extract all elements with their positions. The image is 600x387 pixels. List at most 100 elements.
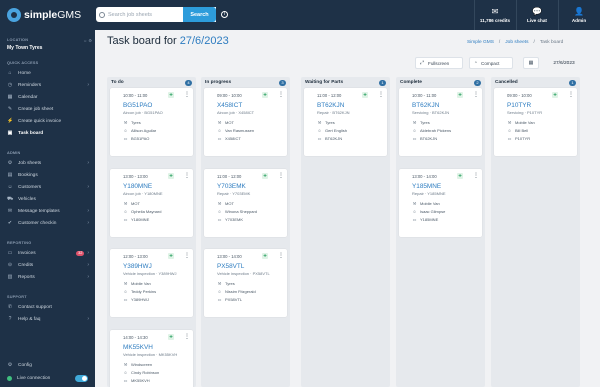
calendar-picker-button[interactable]: ▦ <box>523 57 539 69</box>
assign-icon[interactable]: ✚ <box>168 173 174 179</box>
card-registration[interactable]: X458ICT <box>217 102 242 109</box>
logo[interactable]: simpleGMS <box>7 8 81 22</box>
sidebar-item-config[interactable]: ⚙ Config <box>7 361 89 369</box>
sidebar-item-reminders[interactable]: ◷ Reminders › <box>7 81 89 89</box>
sidebar-item-credits[interactable]: ⊝ Credits › <box>7 261 89 269</box>
more-options-icon[interactable]: ⋮ <box>184 91 190 98</box>
card-registration[interactable]: Y185MNE <box>412 183 441 190</box>
card-service: ⚒ Mobile Van <box>412 201 440 206</box>
assign-icon[interactable]: ✚ <box>552 92 558 98</box>
job-card[interactable]: 10:00 - 11:00 ✚ ⋮ BT62KJN Servicing · BT62KJ… <box>399 88 482 156</box>
job-card[interactable]: 12:00 - 13:00 ✚ ⋮ Y389HWJ Vehicle inspection… <box>110 249 193 317</box>
location-controls[interactable]: ⇔ ⚙ <box>83 38 92 43</box>
card-registration[interactable]: BG51PAO <box>123 102 152 109</box>
compact-icon: ◔ <box>474 60 478 66</box>
sidebar-item-job-sheets[interactable]: ⚙ Job sheets › <box>7 159 89 167</box>
sidebar-item-customers[interactable]: ☺ Customers › <box>7 183 89 191</box>
more-options-icon[interactable]: ⋮ <box>378 91 384 98</box>
card-registration[interactable]: P10TYR <box>507 102 531 109</box>
car-icon: ▭ <box>123 136 128 141</box>
more-options-icon[interactable]: ⋮ <box>473 172 479 179</box>
assign-icon[interactable]: ✚ <box>457 92 463 98</box>
card-registration[interactable]: Y389HWJ <box>123 263 152 270</box>
job-card[interactable]: 13:00 - 14:00 ✚ ⋮ PX58VTL Vehicle inspection… <box>204 249 287 317</box>
assign-icon[interactable]: ✚ <box>168 92 174 98</box>
more-options-icon[interactable]: ⋮ <box>473 91 479 98</box>
sidebar: LOCATION ⇔ ⚙ My Town Tyres QUICK ACCESS … <box>0 30 95 387</box>
sidebar-item-calendar[interactable]: ▦ Calendar <box>7 93 89 101</box>
chevron-right-icon: › <box>87 262 89 268</box>
card-time: 09:00 - 10:00 <box>507 93 532 98</box>
sidebar-item-label: Job sheets <box>18 160 42 166</box>
location-name[interactable]: My Town Tyres <box>7 45 42 51</box>
job-card[interactable]: 11:00 - 12:00 ✚ ⋮ Y703EMK Repair · Y703EMK ⚒ M… <box>204 169 287 237</box>
credits-button[interactable]: ✉ 11,786 credits <box>475 0 515 30</box>
more-options-icon[interactable]: ⋮ <box>278 172 284 179</box>
sidebar-item-bookings[interactable]: ▤ Bookings <box>7 171 89 179</box>
job-card[interactable]: 10:00 - 11:00 ✚ ⋮ BG51PAO Aircon job · BG51P… <box>110 88 193 156</box>
info-icon[interactable]: i <box>221 11 228 18</box>
card-registration[interactable]: Y703EMK <box>217 183 246 190</box>
live-chat-button[interactable]: 💬 Live chat <box>517 0 557 30</box>
admin-button[interactable]: 👤 Admin <box>559 0 599 30</box>
card-time: 11:00 - 12:00 <box>317 93 342 98</box>
assign-icon[interactable]: ✚ <box>362 92 368 98</box>
assign-icon[interactable]: ✚ <box>262 253 268 259</box>
more-options-icon[interactable]: ⋮ <box>568 91 574 98</box>
job-card[interactable]: 13:00 - 13:00 ✚ ⋮ Y180MNE Aircon job · Y180M… <box>110 169 193 237</box>
sidebar-item-reports[interactable]: ▥ Reports › <box>7 273 89 281</box>
search-button[interactable]: Search <box>183 7 216 22</box>
user-icon: ☺ <box>217 289 222 294</box>
breadcrumb-job-sheets[interactable]: Job sheets <box>505 40 528 45</box>
card-customer-name: Winona Sheppard <box>225 209 258 214</box>
card-time: 10:00 - 11:00 <box>412 93 437 98</box>
sidebar-item-home[interactable]: ⌂ Home <box>7 69 89 77</box>
more-options-icon[interactable]: ⋮ <box>278 252 284 259</box>
assign-icon[interactable]: ✚ <box>168 253 174 259</box>
sidebar-item-help-faq[interactable]: ? Help & faq › <box>7 315 89 323</box>
card-registration[interactable]: MK55KVH <box>123 344 153 351</box>
location-heading: LOCATION <box>7 38 29 42</box>
card-registration[interactable]: PX58VTL <box>217 263 244 270</box>
card-registration[interactable]: BT62KJN <box>317 102 344 109</box>
job-card[interactable]: 11:00 - 12:00 ✚ ⋮ BT62KJN Repair · BT62KJN ⚒ T… <box>304 88 387 156</box>
live-connection-toggle[interactable] <box>75 375 88 382</box>
card-registration[interactable]: Y180MNE <box>123 183 152 190</box>
more-options-icon[interactable]: ⋮ <box>278 91 284 98</box>
assign-icon[interactable]: ✚ <box>262 173 268 179</box>
card-service-label: Windscreen <box>131 362 153 367</box>
card-customer-name: Ophelia Maynard <box>131 209 162 214</box>
assign-icon[interactable]: ✚ <box>262 92 268 98</box>
date-field[interactable]: 27/6/2023 <box>545 57 583 69</box>
sidebar-item-create-job-sheet[interactable]: ✎ Create job sheet <box>7 105 89 113</box>
job-card[interactable]: 13:00 - 14:00 ✚ ⋮ Y185MNE Repair · Y185MNE ⚒ M… <box>399 169 482 237</box>
fullscreen-button[interactable]: ⤢ Fullscreen <box>415 57 463 69</box>
card-service-label: Tyres <box>420 120 430 125</box>
sidebar-item-contact-support[interactable]: ✆ Contact support <box>7 303 89 311</box>
job-card[interactable]: 14:00 - 14:30 ✚ ⋮ MK55KVH Vehicle inspection… <box>110 330 193 387</box>
more-options-icon[interactable]: ⋮ <box>184 252 190 259</box>
sidebar-item-message-templates[interactable]: ✉ Message templates › <box>7 207 89 215</box>
sidebar-item-task-board[interactable]: ▣ Task board <box>7 129 89 137</box>
job-card[interactable]: 09:00 - 10:00 ✚ ⋮ X458ICT Aircon job · X458I… <box>204 88 287 156</box>
job-card[interactable]: 09:00 - 10:00 ✚ ⋮ P10TYR Servicing · P10TYR ⚒… <box>494 88 577 156</box>
more-options-icon[interactable]: ⋮ <box>184 333 190 340</box>
column-title: Complete <box>400 80 422 85</box>
column-count-badge: 1 <box>569 80 576 86</box>
assign-icon[interactable]: ✚ <box>168 334 174 340</box>
more-options-icon[interactable]: ⋮ <box>184 172 190 179</box>
sidebar-item-vehicles[interactable]: ⛟ Vehicles <box>7 195 89 203</box>
card-plate-label: Y703EMK <box>225 217 244 222</box>
sidebar-item-customer-checkin[interactable]: ✔ Customer checkin › <box>7 219 89 227</box>
sidebar-item-create-quick-invoice[interactable]: ⚡ Create quick invoice <box>7 117 89 125</box>
card-time: 12:00 - 13:00 <box>123 254 148 259</box>
card-plate-label: Y389HWJ <box>131 297 150 302</box>
card-registration[interactable]: BT62KJN <box>412 102 439 109</box>
compact-toggle[interactable]: ◔ Compact <box>469 57 513 69</box>
sidebar-item-invoices[interactable]: ▭ Invoices 32 › <box>7 249 89 257</box>
card-subtitle: Vehicle inspection · PX58VTL <box>217 271 270 276</box>
breadcrumb-home[interactable]: Simple GMS <box>467 40 494 45</box>
bookings-icon: ▤ <box>7 172 13 178</box>
assign-icon[interactable]: ✚ <box>457 173 463 179</box>
card-customer: ☺ Van Rasmussen <box>217 128 254 133</box>
